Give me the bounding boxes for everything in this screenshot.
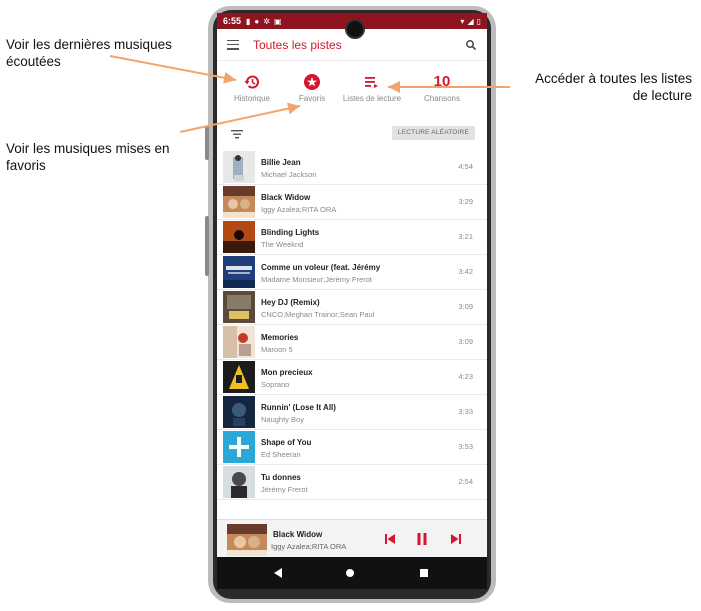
- track-title: Tu donnes: [261, 473, 301, 482]
- signal-icon: ◢: [467, 16, 474, 26]
- dot-icon: ●: [254, 16, 260, 26]
- table-row[interactable]: Memories Maroon 5 3:09: [217, 325, 487, 360]
- volume-button: [205, 126, 209, 160]
- table-row[interactable]: Comme un voleur (feat. Jérémy Madame Mon…: [217, 255, 487, 290]
- track-artist: Ed Sheeran: [261, 450, 301, 459]
- annotation-playlists: Accéder à toutes les listes de lecture: [535, 71, 692, 103]
- track-artist: Naughty Boy: [261, 415, 304, 424]
- table-row[interactable]: Mon precieux Soprano 4:23: [217, 360, 487, 395]
- album-cover: [223, 326, 255, 358]
- annotation-favorites: Voir les musiques mises en favoris: [6, 141, 170, 173]
- album-cover: [223, 291, 255, 323]
- track-duration: 3:33: [458, 407, 473, 416]
- battery-icon: ▯: [476, 16, 481, 26]
- recents-icon[interactable]: [419, 568, 429, 578]
- playlists-button[interactable]: Listes de lecture: [339, 73, 405, 103]
- songs-count-button[interactable]: 10 Chansons: [417, 73, 467, 103]
- mini-player-title: Black Widow: [273, 530, 323, 539]
- album-cover: [223, 256, 255, 288]
- songs-count: 10: [433, 73, 451, 90]
- songs-label: Chansons: [423, 94, 461, 103]
- favorites-label: Favoris: [298, 94, 326, 103]
- list-controls: LECTURE ALÉATOIRE: [217, 125, 487, 145]
- app-screen: 6:55 ▮ ● ✲ ▣ ▾ ◢ ▯ Toutes les pistes His…: [217, 13, 487, 589]
- track-title: Shape of You: [261, 438, 312, 447]
- favorites-button[interactable]: Favoris: [289, 73, 335, 103]
- sim-icon: ▮: [246, 16, 251, 26]
- hamburger-menu-icon[interactable]: [227, 39, 239, 50]
- system-icons: ▾ ◢ ▯: [460, 17, 481, 26]
- track-list: Billie Jean Michael Jackson 4:54 Black W…: [217, 150, 487, 500]
- table-row[interactable]: Billie Jean Michael Jackson 4:54: [217, 150, 487, 185]
- track-artist: Maroon 5: [261, 345, 293, 354]
- track-artist: Soprano: [261, 380, 290, 389]
- table-row[interactable]: Runnin' (Lose It All) Naughty Boy 3:33: [217, 395, 487, 430]
- track-artist: The Weeknd: [261, 240, 304, 249]
- history-icon: [244, 75, 259, 89]
- track-title: Hey DJ (Remix): [261, 298, 320, 307]
- favorite-star-icon: [304, 74, 320, 90]
- track-title: Mon precieux: [261, 368, 313, 377]
- album-cover: [223, 396, 255, 428]
- table-row[interactable]: Hey DJ (Remix) CNCO;Meghan Trainor;Sean …: [217, 290, 487, 325]
- track-title: Runnin' (Lose It All): [261, 403, 336, 412]
- table-row[interactable]: Shape of You Ed Sheeran 3:53: [217, 430, 487, 465]
- quick-actions: Historique Favoris Listes de lecture 10 …: [217, 73, 487, 117]
- annotation-recent: Voir les dernières musiques écoutées: [6, 37, 172, 69]
- media-icon: ▣: [273, 16, 282, 26]
- track-duration: 2:54: [458, 477, 473, 486]
- history-button[interactable]: Historique: [229, 73, 275, 103]
- track-duration: 3:42: [458, 267, 473, 276]
- track-duration: 3:53: [458, 442, 473, 451]
- table-row[interactable]: Tu donnes Jérémy Frerot 2:54: [217, 465, 487, 500]
- track-artist: CNCO;Meghan Trainor;Sean Paul: [261, 310, 375, 319]
- album-cover: [223, 186, 255, 218]
- history-label: Historique: [233, 94, 270, 103]
- notification-icons: ▮ ● ✲ ▣: [246, 17, 282, 26]
- track-duration: 3:29: [458, 197, 473, 206]
- search-icon[interactable]: [465, 39, 477, 51]
- track-duration: 3:21: [458, 232, 473, 241]
- playlists-label: Listes de lecture: [342, 94, 402, 103]
- playlist-icon: [365, 77, 378, 88]
- mini-player-artist: Iggy Azalea;RITA ORA: [271, 542, 347, 551]
- status-time: 6:55: [223, 16, 242, 26]
- table-row[interactable]: Blinding Lights The Weeknd 3:21: [217, 220, 487, 255]
- track-duration: 3:09: [458, 302, 473, 311]
- album-cover: [223, 221, 255, 253]
- app-bar: Toutes les pistes: [217, 29, 487, 61]
- track-duration: 4:54: [458, 162, 473, 171]
- track-title: Black Widow: [261, 193, 311, 202]
- track-title: Blinding Lights: [261, 228, 320, 237]
- track-title: Billie Jean: [261, 158, 301, 167]
- back-icon[interactable]: [273, 568, 283, 578]
- album-cover: [223, 466, 255, 498]
- skip-next-icon[interactable]: [449, 532, 463, 546]
- sort-filter-icon[interactable]: [231, 129, 243, 139]
- pause-icon[interactable]: [415, 532, 429, 546]
- settings-icon: ✲: [263, 16, 270, 26]
- home-icon[interactable]: [345, 568, 355, 578]
- track-duration: 3:09: [458, 337, 473, 346]
- album-cover: [223, 151, 255, 183]
- skip-previous-icon[interactable]: [383, 532, 397, 546]
- album-cover: [223, 361, 255, 393]
- track-artist: Madame Monsieur;Jérémy Frerot: [261, 275, 372, 284]
- system-nav-bar: [217, 557, 487, 589]
- shuffle-button[interactable]: LECTURE ALÉATOIRE: [391, 126, 475, 140]
- table-row[interactable]: Black Widow Iggy Azalea;RITA ORA 3:29: [217, 185, 487, 220]
- mini-player-cover: [227, 524, 267, 556]
- page-title: Toutes les pistes: [253, 37, 342, 52]
- mini-player[interactable]: Black Widow Iggy Azalea;RITA ORA: [217, 519, 487, 558]
- track-title: Memories: [261, 333, 299, 342]
- track-artist: Michael Jackson: [261, 170, 317, 179]
- power-button: [205, 216, 209, 276]
- track-title: Comme un voleur (feat. Jérémy: [261, 263, 381, 272]
- track-duration: 4:23: [458, 372, 473, 381]
- track-artist: Iggy Azalea;RITA ORA: [261, 205, 337, 214]
- track-artist: Jérémy Frerot: [261, 485, 308, 494]
- album-cover: [223, 431, 255, 463]
- wifi-icon: ▾: [460, 16, 465, 26]
